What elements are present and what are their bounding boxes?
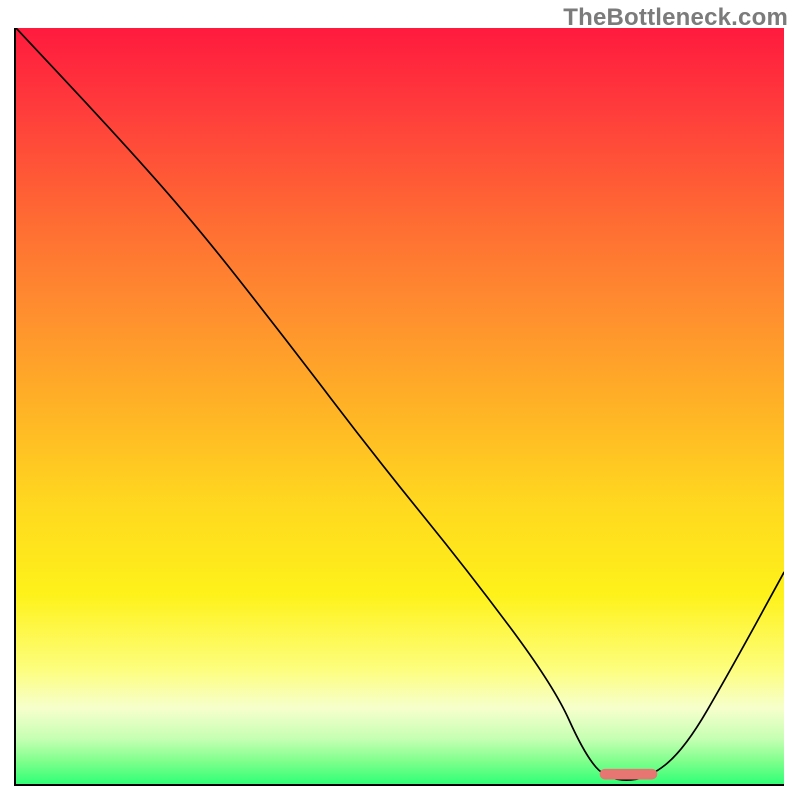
curve-svg	[16, 28, 784, 784]
plot-frame	[14, 28, 784, 786]
chart-container: TheBottleneck.com	[0, 0, 800, 800]
bottleneck-curve	[16, 28, 784, 780]
optimal-range-marker	[600, 769, 658, 780]
